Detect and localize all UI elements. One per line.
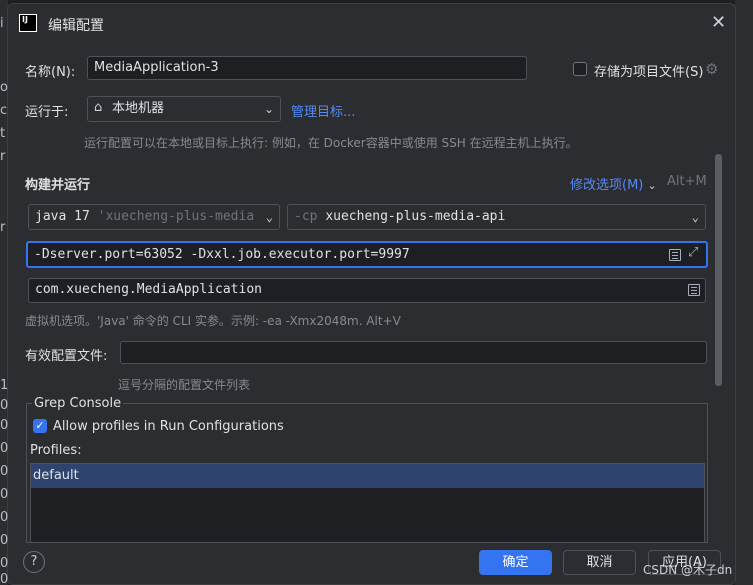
modify-options-label: 修改选项(M) — [570, 178, 644, 193]
active-profiles-label: 有效配置文件: — [25, 349, 108, 364]
browse-class-icon[interactable] — [688, 284, 700, 296]
background-edge-char: t — [0, 126, 6, 141]
gear-icon[interactable]: ⚙ — [705, 60, 718, 78]
background-edge-char: 0 — [0, 441, 9, 456]
chevron-down-icon: ⌄ — [647, 179, 657, 192]
background-edge-char: 0 — [0, 398, 9, 413]
edit-configuration-dialog: IJ 编辑配置 ✕ 名称(N): MediaApplication-3 存储为项… — [7, 3, 736, 585]
list-item[interactable]: default — [31, 464, 704, 488]
background-edge-char: 0 — [0, 556, 9, 571]
close-icon[interactable]: ✕ — [711, 14, 726, 32]
background-edge-char: r — [0, 149, 6, 164]
profiles-list[interactable]: default — [30, 463, 705, 543]
modify-options-shortcut: Alt+M — [667, 174, 707, 189]
jre-version: java 17 — [35, 209, 90, 224]
background-edge-char: c — [0, 103, 8, 118]
background-edge-char: 0 — [0, 572, 9, 585]
allow-profiles-label: Allow profiles in Run Configurations — [53, 419, 284, 434]
chevron-down-icon: ⌄ — [691, 210, 699, 224]
background-edge-char: 0 — [0, 487, 9, 502]
classpath-module-select[interactable]: -cp xuecheng-plus-media-api ⌄ — [287, 204, 706, 230]
manage-targets-link[interactable]: 管理目标... — [291, 101, 355, 120]
background-edge-char: 0 — [0, 464, 9, 479]
background-ide-right — [735, 0, 753, 585]
name-label: 名称(N): — [25, 65, 76, 80]
active-profiles-input[interactable] — [120, 341, 707, 364]
name-input[interactable]: MediaApplication-3 — [87, 56, 527, 80]
cancel-button[interactable]: 取消 — [563, 550, 636, 575]
chevron-down-icon: ⌄ — [265, 210, 273, 224]
background-edge-char: 0 — [0, 418, 9, 433]
modify-options-link[interactable]: 修改选项(M) ⌄ — [570, 174, 657, 193]
allow-profiles-checkbox[interactable]: ✓ — [33, 419, 47, 433]
background-edge-char: 0 — [0, 510, 9, 525]
vertical-scrollbar[interactable] — [715, 154, 722, 386]
background-edge-char: r — [0, 220, 6, 235]
run-on-hint: 运行配置可以在本地或目标上执行: 例如，在 Docker容器中或使用 SSH 在… — [84, 136, 578, 150]
main-class-value: com.xuecheng.MediaApplication — [35, 282, 262, 297]
cp-module-value: xuecheng-plus-media-api — [325, 209, 506, 224]
jre-module: 'xuecheng-plus-media — [97, 209, 255, 224]
run-on-label: 运行于: — [25, 105, 69, 120]
expand-field-icon[interactable]: ⤢ — [688, 245, 698, 261]
store-as-project-file-checkbox[interactable] — [573, 62, 587, 76]
run-on-value: 本地机器 — [112, 101, 165, 116]
profiles-label: Profiles: — [30, 443, 82, 458]
intellij-logo-icon: IJ — [19, 14, 37, 32]
grep-console-legend: Grep Console — [32, 396, 124, 411]
home-icon: ⌂ — [94, 100, 103, 115]
vm-options-input[interactable]: -Dserver.port=63052 -Dxxl.job.executor.p… — [26, 241, 708, 268]
background-edge-char: 0 — [0, 533, 9, 548]
expand-text-icon[interactable] — [669, 249, 681, 261]
run-on-select[interactable]: ⌂ 本地机器 ⌄ — [87, 96, 281, 122]
vm-options-hint: 虚拟机选项。'Java' 命令的 CLI 实参。示例: -ea -Xmx2048… — [25, 314, 401, 328]
store-as-project-file-label: 存储为项目文件(S) — [594, 65, 704, 80]
build-run-heading: 构建并运行 — [25, 178, 91, 193]
help-button[interactable]: ? — [23, 551, 45, 573]
dialog-title: 编辑配置 — [48, 18, 104, 34]
cp-prefix: -cp — [294, 209, 318, 224]
vm-options-value: -Dserver.port=63052 -Dxxl.job.executor.p… — [34, 247, 410, 262]
chevron-down-icon: ⌄ — [263, 102, 274, 116]
active-profiles-hint: 逗号分隔的配置文件列表 — [118, 378, 251, 392]
background-edge-char: 1 — [0, 378, 9, 393]
main-class-input[interactable]: com.xuecheng.MediaApplication — [28, 278, 706, 303]
ok-button[interactable]: 确定 — [479, 550, 552, 575]
watermark: CSDN @木子dn — [643, 563, 733, 577]
background-edge-char: o — [0, 80, 8, 95]
background-edge-char: i — [0, 16, 4, 31]
jre-select[interactable]: java 17 'xuecheng-plus-media ⌄ — [28, 204, 280, 230]
